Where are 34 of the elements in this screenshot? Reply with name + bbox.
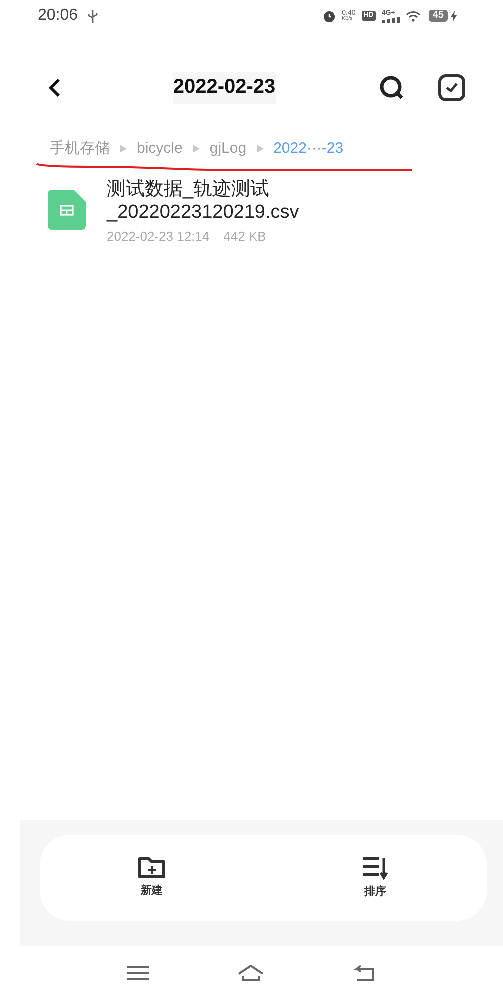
file-size: 442 KB	[224, 228, 266, 246]
toolbar-button[interactable]: 排序	[264, 835, 487, 921]
home-icon	[236, 965, 264, 981]
page-title: 2022-02-23	[173, 72, 276, 104]
breadcrumb-item[interactable]: gjLog	[210, 138, 247, 160]
home-button[interactable]	[236, 965, 264, 981]
signal-icon	[382, 16, 400, 22]
new-folder-icon	[138, 856, 166, 879]
wifi-icon	[406, 10, 421, 22]
checkbox-icon	[438, 74, 466, 102]
select-button[interactable]	[437, 73, 467, 103]
sort-icon	[361, 856, 390, 880]
file-row[interactable]: 测试数据_轨迹测试_20220223120219.csv 2022-02-23 12:14 442 KB	[0, 178, 503, 246]
alarm-icon	[323, 10, 336, 22]
status-time: 20:06	[38, 6, 78, 26]
breadcrumb-separator-icon	[192, 145, 200, 153]
back-icon	[48, 78, 62, 98]
breadcrumb-separator-icon	[120, 145, 127, 153]
search-icon	[379, 75, 405, 101]
file-date: 2022-02-23 12:14	[107, 228, 210, 246]
breadcrumb-item[interactable]: 手机存储	[50, 138, 110, 160]
battery-indicator: 45	[428, 10, 448, 22]
spreadsheet-file-icon	[48, 190, 86, 230]
back-nav-button[interactable]	[352, 965, 376, 981]
usb-icon	[88, 10, 98, 22]
breadcrumb-item[interactable]: bicycle	[137, 138, 183, 160]
menu-icon	[126, 966, 148, 980]
toolbar-button[interactable]: 新建	[40, 835, 264, 921]
charging-icon	[451, 10, 457, 22]
menu-button[interactable]	[126, 966, 148, 980]
back-nav-icon	[352, 965, 376, 981]
breadcrumb-item[interactable]: 2022···-23	[274, 138, 344, 160]
file-name: 测试数据_轨迹测试_20220223120219.csv	[107, 178, 300, 224]
breadcrumb-separator-icon	[256, 145, 264, 153]
